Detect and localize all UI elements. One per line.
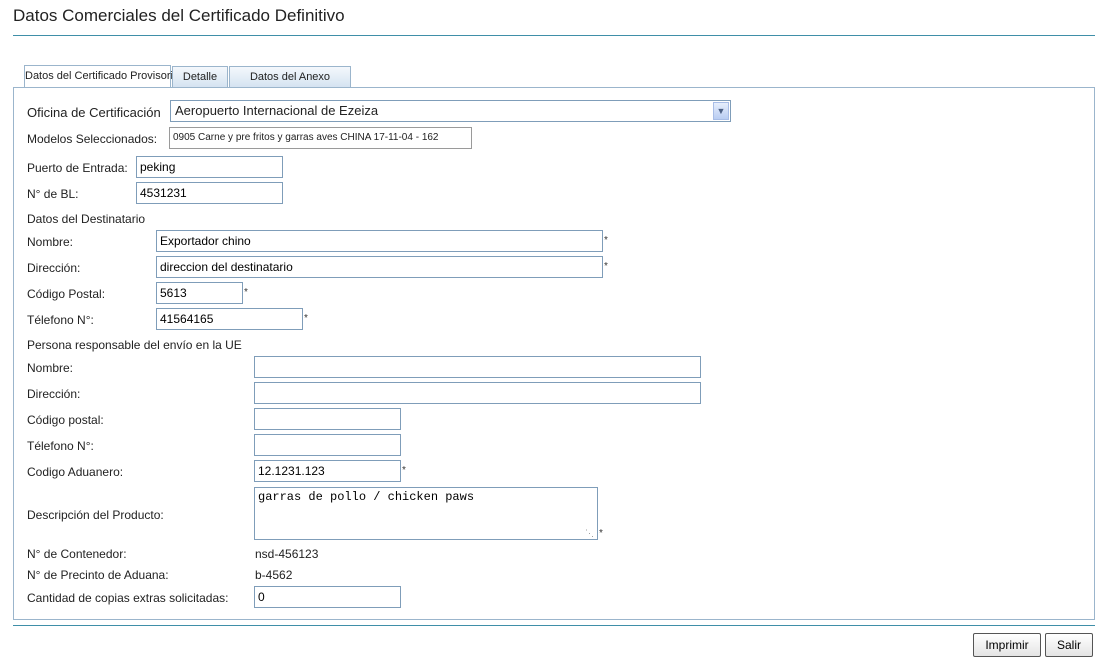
salir-button[interactable]: Salir [1045,633,1093,657]
resp-codigo-postal-input[interactable] [254,408,401,430]
title-divider [13,35,1095,36]
resp-telefono-input[interactable] [254,434,401,456]
dest-direccion-label: Dirección: [27,261,81,275]
resp-codigo-postal-label: Código postal: [27,413,104,427]
puerto-input[interactable] [136,156,283,178]
responsable-section-title: Persona responsable del envío en la UE [27,338,242,352]
descripcion-textarea[interactable]: garras de pollo / chicken paws [254,487,598,540]
required-mark: * [604,261,608,272]
oficina-select[interactable]: Aeropuerto Internacional de Ezeiza ▼ [170,100,731,122]
dest-nombre-label: Nombre: [27,235,74,249]
precinto-label: N° de Precinto de Aduana: [27,568,169,582]
resp-telefono-label: Télefono N°: [27,439,94,453]
bl-label: N° de BL: [27,187,79,201]
precinto-value: b-4562 [255,568,293,582]
tab-detalle[interactable]: Detalle [172,66,228,87]
required-mark: * [599,528,603,539]
required-mark: * [402,465,406,476]
dest-nombre-input[interactable] [156,230,603,252]
contenedor-label: N° de Contenedor: [27,547,127,561]
tab-datos-anexo[interactable]: Datos del Anexo [229,66,351,87]
required-mark: * [244,287,248,298]
copias-label: Cantidad de copias extras solicitadas: [27,591,229,605]
puerto-label: Puerto de Entrada: [27,161,128,175]
tab-datos-certificado-provisorio[interactable]: Datos del Certificado Provisorio [24,65,179,88]
page-title: Datos Comerciales del Certificado Defini… [13,6,345,25]
resp-direccion-input[interactable] [254,382,701,404]
descripcion-label: Descripción del Producto: [27,508,164,522]
required-mark: * [604,235,608,246]
destinatario-section-title: Datos del Destinatario [27,212,146,226]
dest-telefono-label: Télefono N°: [27,313,94,327]
resize-grip-icon[interactable]: ⋱ [585,528,595,538]
dest-codigo-postal-input[interactable] [156,282,243,304]
imprimir-button[interactable]: Imprimir [973,633,1041,657]
bottom-divider [13,625,1095,626]
resp-nombre-input[interactable] [254,356,701,378]
dest-codigo-postal-label: Código Postal: [27,287,106,301]
oficina-selected-value: Aeropuerto Internacional de Ezeiza [175,103,379,118]
copias-input[interactable] [254,586,401,608]
codigo-aduanero-input[interactable] [254,460,401,482]
modelos-label: Modelos Seleccionados: [27,132,158,146]
chevron-down-icon[interactable]: ▼ [713,102,729,120]
modelos-value: 0905 Carne y pre fritos y garras aves CH… [169,127,472,149]
contenedor-value: nsd-456123 [255,547,319,561]
required-mark: * [304,313,308,324]
bl-input[interactable] [136,182,283,204]
resp-direccion-label: Dirección: [27,387,81,401]
dest-direccion-input[interactable] [156,256,603,278]
codigo-aduanero-label: Codigo Aduanero: [27,465,124,479]
form-panel: Oficina de Certificación Aeropuerto Inte… [13,87,1095,620]
resp-nombre-label: Nombre: [27,361,74,375]
dest-telefono-input[interactable] [156,308,303,330]
oficina-label: Oficina de Certificación [27,105,161,120]
